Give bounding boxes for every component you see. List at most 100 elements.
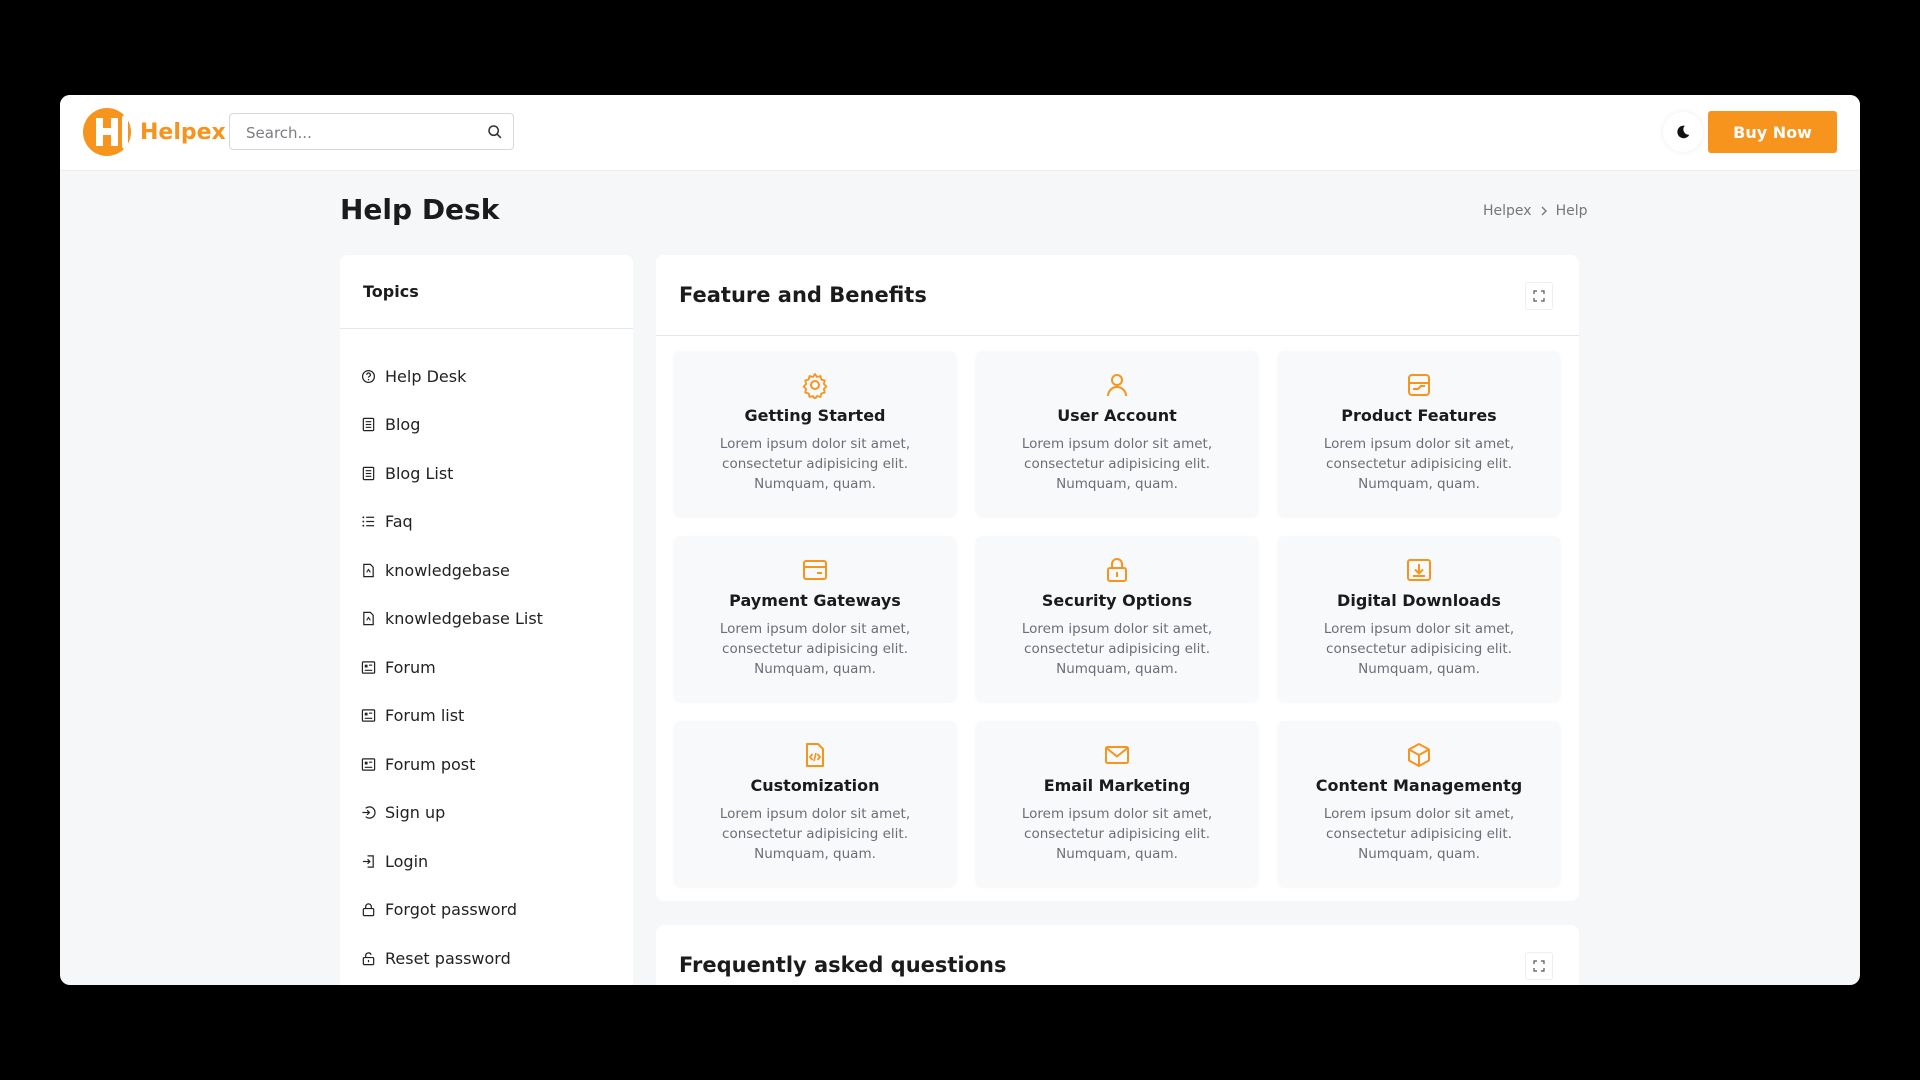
breadcrumb-item-helpex[interactable]: Helpex xyxy=(1483,203,1532,219)
sidebar-item-forum-post[interactable]: Forum post xyxy=(340,740,633,789)
file-icon xyxy=(363,612,374,626)
feature-card-user-account[interactable]: User Account Lorem ipsum dolor sit amet,… xyxy=(976,351,1258,516)
help-circle-icon xyxy=(361,369,376,383)
sidebar-item-forgot-password[interactable]: Forgot password xyxy=(340,886,633,935)
lock-icon xyxy=(1107,558,1127,582)
sidebar-item-label: Sign up xyxy=(385,803,446,823)
user-icon xyxy=(1107,374,1127,397)
feature-card-customization[interactable]: Customization Lorem ipsum dolor sit amet… xyxy=(674,721,956,886)
forum-icon xyxy=(361,709,376,722)
search-input[interactable] xyxy=(244,114,478,151)
chevron-right-icon xyxy=(1541,206,1547,216)
features-grid: Getting Started Lorem ipsum dolor sit am… xyxy=(674,351,1561,886)
forum-icon xyxy=(361,758,376,771)
sidebar-item-label: Login xyxy=(385,851,429,871)
helpex-logo-icon xyxy=(83,108,131,156)
breadcrumb-item-help: Help xyxy=(1555,203,1588,219)
sidebar-item-blog[interactable]: Blog xyxy=(340,401,633,450)
sidebar-item-label: Blog xyxy=(385,415,421,435)
buy-now-button[interactable]: Buy Now xyxy=(1708,111,1837,153)
feature-card-title: Security Options xyxy=(1041,591,1193,610)
feature-card-security-options[interactable]: Security Options Lorem ipsum dolor sit a… xyxy=(976,536,1258,701)
sidebar-item-label: Forum list xyxy=(385,706,465,726)
document-icon xyxy=(362,418,375,432)
features-title: Feature and Benefits xyxy=(679,283,927,307)
breadcrumb: Helpex Help xyxy=(1483,203,1588,219)
sidebar-item-label: Faq xyxy=(385,512,413,532)
topics-sidebar: Topics Help Desk Blog Blog List Faq know… xyxy=(340,255,633,985)
feature-card-title: User Account xyxy=(1057,406,1177,425)
expand-button[interactable] xyxy=(1525,282,1553,310)
sidebar-item-faq[interactable]: Faq xyxy=(340,498,633,547)
lock-icon xyxy=(362,903,375,917)
feature-card-title: Customization xyxy=(750,776,880,795)
feature-card-description: Lorem ipsum dolor sit amet, consectetur … xyxy=(1021,436,1213,492)
top-bar: Helpex Buy Now xyxy=(60,95,1860,170)
login-icon xyxy=(362,855,374,868)
sidebar-item-label: knowledgebase xyxy=(385,560,510,580)
expand-button[interactable] xyxy=(1525,952,1553,980)
search-box xyxy=(229,113,514,151)
feature-card-title: Product Features xyxy=(1341,406,1497,425)
file-icon xyxy=(363,563,374,577)
feature-card-digital-downloads[interactable]: Digital Downloads Lorem ipsum dolor sit … xyxy=(1278,536,1560,701)
forum-icon xyxy=(361,661,376,674)
topics-list: Help Desk Blog Blog List Faq knowledgeba… xyxy=(340,329,633,983)
feature-card-description: Lorem ipsum dolor sit amet, consectetur … xyxy=(1323,621,1515,677)
page-title: Help Desk xyxy=(340,193,500,226)
sidebar-title: Topics xyxy=(340,255,633,329)
feature-card-title: Email Marketing xyxy=(1043,776,1191,795)
faq-title: Frequently asked questions xyxy=(679,953,1007,977)
sidebar-item-forum[interactable]: Forum xyxy=(340,643,633,692)
feature-card-description: Lorem ipsum dolor sit amet, consectetur … xyxy=(719,621,911,677)
sign-in-icon xyxy=(362,806,376,819)
feature-card-description: Lorem ipsum dolor sit amet, consectetur … xyxy=(1323,806,1515,862)
fullscreen-icon xyxy=(1533,290,1545,302)
sidebar-item-reset-password[interactable]: Reset password xyxy=(340,934,633,983)
feature-card-email-marketing[interactable]: Email Marketing Lorem ipsum dolor sit am… xyxy=(976,721,1258,886)
sidebar-item-forum-list[interactable]: Forum list xyxy=(340,692,633,741)
sidebar-item-knowledgebase[interactable]: knowledgebase xyxy=(340,546,633,595)
logo[interactable]: Helpex xyxy=(82,107,226,157)
feature-card-getting-started[interactable]: Getting Started Lorem ipsum dolor sit am… xyxy=(674,351,956,516)
sidebar-item-blog-list[interactable]: Blog List xyxy=(340,449,633,498)
sidebar-item-label: Forum post xyxy=(385,754,476,774)
unlock-icon xyxy=(362,952,375,965)
feature-card-title: Payment Gateways xyxy=(729,591,901,610)
features-header: Feature and Benefits xyxy=(656,255,1579,336)
code-file-icon xyxy=(806,743,824,767)
sidebar-item-help-desk[interactable]: Help Desk xyxy=(340,352,633,401)
faq-header: Frequently asked questions xyxy=(656,925,1579,985)
sidebar-item-label: Blog List xyxy=(385,463,454,483)
search-icon[interactable] xyxy=(486,123,503,140)
feature-card-title: Content Managementg xyxy=(1315,776,1523,795)
moon-icon xyxy=(1677,125,1690,139)
sidebar-item-knowledgebase-list[interactable]: knowledgebase List xyxy=(340,595,633,644)
faq-panel: Frequently asked questions xyxy=(656,925,1579,985)
app-window: Helpex Buy Now Help Desk Helpex Help Top… xyxy=(60,95,1860,985)
feature-card-product-features[interactable]: Product Features Lorem ipsum dolor sit a… xyxy=(1278,351,1560,516)
gear-icon xyxy=(802,373,828,399)
sidebar-item-label: Reset password xyxy=(385,948,511,968)
feature-card-description: Lorem ipsum dolor sit amet, consectetur … xyxy=(1021,621,1213,677)
feature-card-description: Lorem ipsum dolor sit amet, consectetur … xyxy=(719,806,911,862)
fullscreen-icon xyxy=(1533,960,1545,972)
product-icon xyxy=(1408,374,1430,396)
box-icon xyxy=(1408,743,1430,767)
feature-card-description: Lorem ipsum dolor sit amet, consectetur … xyxy=(1021,806,1213,862)
features-panel: Feature and Benefits Getting Started Lor… xyxy=(656,255,1579,901)
sidebar-item-label: Help Desk xyxy=(385,366,467,386)
sidebar-item-label: knowledgebase List xyxy=(385,609,543,629)
feature-card-payment-gateways[interactable]: Payment Gateways Lorem ipsum dolor sit a… xyxy=(674,536,956,701)
theme-toggle-button[interactable] xyxy=(1663,112,1703,152)
feature-card-title: Digital Downloads xyxy=(1337,591,1501,610)
card-icon xyxy=(803,560,827,580)
logo-text: Helpex xyxy=(140,119,226,145)
feature-card-description: Lorem ipsum dolor sit amet, consectetur … xyxy=(719,436,911,492)
list-icon xyxy=(362,516,375,527)
feature-card-content-management[interactable]: Content Managementg Lorem ipsum dolor si… xyxy=(1278,721,1560,886)
sidebar-item-sign-up[interactable]: Sign up xyxy=(340,789,633,838)
sidebar-item-login[interactable]: Login xyxy=(340,837,633,886)
download-icon xyxy=(1407,559,1431,581)
mail-icon xyxy=(1105,746,1129,764)
